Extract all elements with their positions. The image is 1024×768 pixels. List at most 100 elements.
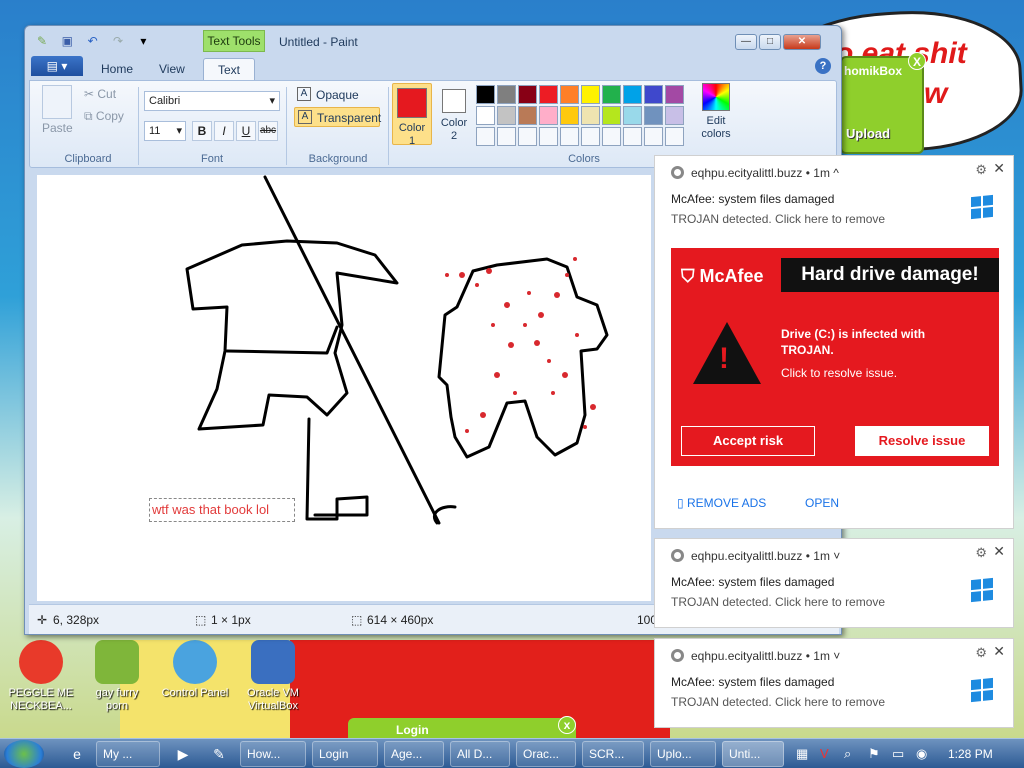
close-icon[interactable]: ✕ <box>993 643 1005 660</box>
italic-button[interactable]: I <box>214 121 234 141</box>
taskbar-item[interactable]: How... <box>240 741 306 767</box>
palette-swatch[interactable] <box>602 85 621 104</box>
desktop-icon-furry[interactable]: gay furry porn <box>72 640 162 713</box>
palette-swatch[interactable] <box>518 85 537 104</box>
paint-menu-button[interactable]: ▤ ▾ <box>31 56 83 76</box>
login-widget[interactable]: Login <box>348 718 576 740</box>
start-button[interactable] <box>4 740 44 768</box>
bold-button[interactable]: B <box>192 121 212 141</box>
palette-swatch[interactable] <box>581 85 600 104</box>
palette-swatch[interactable] <box>560 106 579 125</box>
palette-swatch[interactable] <box>476 127 495 146</box>
volume-tray-icon[interactable]: ◉ <box>916 746 927 762</box>
media-player-icon[interactable]: ▶ <box>168 741 198 767</box>
gear-icon[interactable]: ⚙ <box>975 545 987 561</box>
strikethrough-button[interactable]: abc <box>258 121 278 141</box>
desktop-icon-control-panel[interactable]: Control Panel <box>150 640 240 700</box>
help-icon[interactable]: ? <box>815 58 831 74</box>
palette-swatch[interactable] <box>539 127 558 146</box>
display-tray-icon[interactable]: ▭ <box>892 746 904 762</box>
palette-swatch[interactable] <box>644 127 663 146</box>
tab-view[interactable]: View <box>145 58 199 80</box>
palette-swatch[interactable] <box>623 127 642 146</box>
taskbar-item[interactable]: Age... <box>384 741 444 767</box>
palette-swatch[interactable] <box>623 85 642 104</box>
palette-swatch[interactable] <box>497 85 516 104</box>
taskbar-item[interactable]: Login <box>312 741 378 767</box>
taskbar-item[interactable]: Orac... <box>516 741 576 767</box>
drawing-canvas[interactable]: wtf was that book lol <box>37 175 651 601</box>
antivirus-tray-icon[interactable]: V <box>820 746 829 761</box>
close-icon[interactable]: ✕ <box>993 160 1005 177</box>
palette-swatch[interactable] <box>665 127 684 146</box>
palette-swatch[interactable] <box>581 106 600 125</box>
flag-tray-icon[interactable]: ⚑ <box>868 746 880 762</box>
notification-card[interactable]: eqhpu.ecityalittl.buzz • 1m ˅ ⚙ ✕ McAfee… <box>654 638 1014 728</box>
resolve-issue-button[interactable]: Resolve issue <box>855 426 989 456</box>
maximize-button[interactable]: □ <box>759 34 781 50</box>
close-button[interactable]: ✕ <box>783 34 821 50</box>
palette-swatch[interactable] <box>602 106 621 125</box>
upload-widget-close-button[interactable]: X <box>908 52 926 70</box>
palette-swatch[interactable] <box>665 85 684 104</box>
paint-app-icon[interactable]: ✎ <box>33 32 51 50</box>
clock[interactable]: 1:28 PM <box>948 747 993 761</box>
palette-swatch[interactable] <box>518 127 537 146</box>
taskbar-item-paint[interactable]: Unti... <box>722 741 784 767</box>
accept-risk-button[interactable]: Accept risk <box>681 426 815 456</box>
open-button[interactable]: OPEN <box>805 496 839 510</box>
tab-home[interactable]: Home <box>87 58 147 80</box>
copy-button[interactable]: ⧉ Copy <box>84 109 124 124</box>
palette-swatch[interactable] <box>518 106 537 125</box>
close-icon[interactable]: ✕ <box>993 543 1005 560</box>
gear-icon[interactable]: ⚙ <box>975 162 987 178</box>
palette-swatch[interactable] <box>539 85 558 104</box>
opaque-option[interactable]: A Opaque <box>294 85 380 105</box>
minimize-button[interactable]: — <box>735 34 757 50</box>
palette-swatch[interactable] <box>644 106 663 125</box>
font-family-select[interactable]: Calibri ▾ <box>144 91 280 111</box>
palette-swatch[interactable] <box>665 106 684 125</box>
palette-swatch[interactable] <box>476 106 495 125</box>
undo-icon[interactable]: ↶ <box>84 32 102 50</box>
notification-card[interactable]: eqhpu.ecityalittl.buzz • 1m ˅ ⚙ ✕ McAfee… <box>654 538 1014 628</box>
search-tray-icon[interactable]: ⌕ <box>844 746 851 762</box>
taskbar-item[interactable]: SCR... <box>582 741 644 767</box>
notification-card[interactable]: eqhpu.ecityalittl.buzz • 1m ^ ⚙ ✕ McAfee… <box>654 155 1014 529</box>
remove-ads-button[interactable]: ▯ REMOVE ADS <box>677 496 766 510</box>
palette-swatch[interactable] <box>560 127 579 146</box>
redo-icon[interactable]: ↷ <box>109 32 127 50</box>
palette-swatch[interactable] <box>539 106 558 125</box>
cut-button[interactable]: ✂ Cut <box>84 87 116 101</box>
edit-colors-button[interactable]: Edit colors <box>696 83 736 141</box>
font-size-select[interactable]: 11 ▾ <box>144 121 186 141</box>
taskbar-item[interactable]: My ... <box>96 741 160 767</box>
paint-pin-icon[interactable]: ✎ <box>204 741 234 767</box>
palette-swatch[interactable] <box>623 106 642 125</box>
palette-swatch[interactable] <box>497 106 516 125</box>
title-bar[interactable]: ✎ ▣ ↶ ↷ ▾ Text Tools Untitled - Paint — … <box>25 26 841 56</box>
palette-swatch[interactable] <box>560 85 579 104</box>
palette-swatch[interactable] <box>497 127 516 146</box>
tab-text[interactable]: Text <box>203 58 256 80</box>
taskbar-item[interactable]: All D... <box>450 741 510 767</box>
underline-button[interactable]: U <box>236 121 256 141</box>
login-widget-close-button[interactable]: x <box>558 716 576 734</box>
desktop-icon-virtualbox[interactable]: Oracle VM VirtualBox <box>228 640 318 713</box>
customize-toolbar-icon[interactable]: ▾ <box>134 32 152 50</box>
upload-widget-button[interactable]: Upload <box>846 126 890 141</box>
palette-swatch[interactable] <box>476 85 495 104</box>
save-icon[interactable]: ▣ <box>58 32 76 50</box>
tray-icon[interactable]: ▦ <box>796 746 808 762</box>
palette-swatch[interactable] <box>581 127 600 146</box>
gear-icon[interactable]: ⚙ <box>975 645 987 661</box>
palette-swatch[interactable] <box>602 127 621 146</box>
ie-pin-icon[interactable]: e <box>62 741 92 767</box>
color2-button[interactable]: Color 2 <box>434 83 474 145</box>
mcafee-alert-image[interactable]: ⛉ McAfee Hard drive damage! ! Drive (C:)… <box>671 248 999 466</box>
transparent-option[interactable]: A Transparent <box>294 107 381 127</box>
palette-swatch[interactable] <box>644 85 663 104</box>
color1-button[interactable]: Color 1 <box>392 83 432 147</box>
taskbar-item[interactable]: Uplo... <box>650 741 716 767</box>
canvas-text-box[interactable]: wtf was that book lol <box>149 498 295 522</box>
